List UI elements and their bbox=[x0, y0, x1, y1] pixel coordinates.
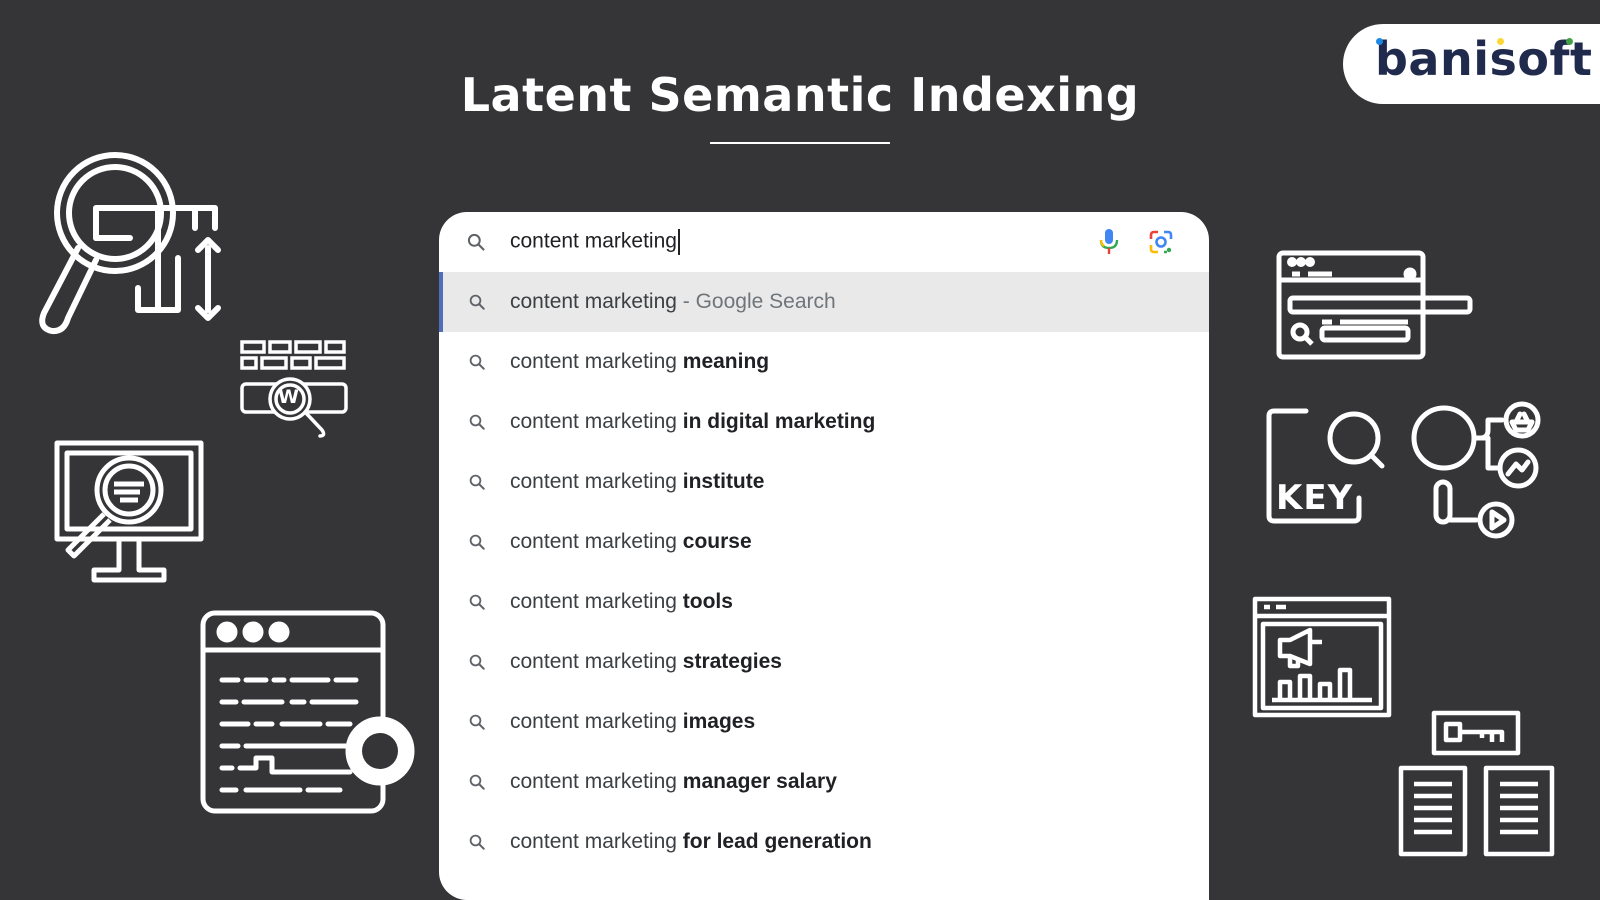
suggestion-text: content marketing institute bbox=[510, 470, 765, 493]
keyword-icon-label: KEY bbox=[1276, 478, 1354, 518]
search-icon bbox=[469, 714, 485, 730]
browser-code-search-icon bbox=[200, 610, 425, 825]
text-cursor bbox=[677, 229, 680, 255]
key-documents-icon bbox=[1398, 710, 1556, 865]
suggestion-item[interactable]: content marketing meaning bbox=[439, 332, 1209, 392]
suggestion-item[interactable]: content marketing institute bbox=[439, 452, 1209, 512]
search-panel: content marketing content marketing - Go… bbox=[439, 212, 1209, 900]
search-icon bbox=[469, 294, 485, 310]
search-icon bbox=[469, 414, 485, 430]
search-icon bbox=[469, 594, 485, 610]
web-keyword-search-icon: W bbox=[240, 340, 350, 455]
suggestion-text: content marketing in digital marketing bbox=[510, 410, 876, 433]
suggestion-google-search[interactable]: content marketing - Google Search bbox=[439, 272, 1209, 332]
microphone-icon[interactable] bbox=[1098, 227, 1120, 257]
logo-dot-yellow bbox=[1497, 38, 1504, 45]
suggestion-item[interactable]: content marketing course bbox=[439, 512, 1209, 572]
suggestion-text: content marketing for lead generation bbox=[510, 830, 872, 853]
suggestion-text: content marketing images bbox=[510, 710, 756, 733]
suggestion-item[interactable]: content marketing images bbox=[439, 692, 1209, 752]
search-icon bbox=[469, 354, 485, 370]
search-media-network-icon bbox=[1411, 401, 1552, 547]
suggestion-text: content marketing strategies bbox=[510, 650, 782, 673]
seo-magnifier-icon bbox=[30, 148, 221, 343]
search-icon bbox=[467, 233, 485, 251]
search-icon bbox=[469, 774, 485, 790]
search-icon bbox=[469, 534, 485, 550]
suggestion-text: content marketing manager salary bbox=[510, 770, 837, 793]
suggestion-text: content marketing meaning bbox=[510, 350, 770, 373]
suggestion-text: content marketing course bbox=[510, 530, 752, 553]
suggestion-item[interactable]: content marketing in digital marketing bbox=[439, 392, 1209, 452]
marketing-analytics-icon bbox=[1252, 596, 1392, 723]
search-icon bbox=[469, 474, 485, 490]
suggestion-text: content marketing tools bbox=[510, 590, 733, 613]
banisoft-logo: banisoft bbox=[1343, 24, 1600, 104]
suggestion-text: content marketing - Google Search bbox=[510, 290, 836, 313]
browser-search-bar-icon bbox=[1276, 250, 1476, 365]
search-query: content marketing bbox=[510, 229, 677, 253]
search-icon bbox=[469, 834, 485, 850]
search-box[interactable]: content marketing bbox=[439, 212, 1209, 272]
monitor-search-icon bbox=[54, 440, 204, 595]
suggestion-item[interactable]: content marketing manager salary bbox=[439, 752, 1209, 812]
web-icon-label: W bbox=[278, 386, 299, 408]
suggestion-item[interactable]: content marketing tools bbox=[439, 572, 1209, 632]
title-underline bbox=[710, 142, 890, 144]
keyword-search-icon: KEY bbox=[1266, 408, 1386, 538]
search-input[interactable]: content marketing bbox=[510, 229, 680, 255]
suggestion-item[interactable]: content marketing for lead generation bbox=[439, 812, 1209, 872]
google-lens-icon[interactable] bbox=[1148, 229, 1174, 255]
logo-dot-blue bbox=[1376, 38, 1383, 45]
suggestion-item[interactable]: content marketing strategies bbox=[439, 632, 1209, 692]
search-icon bbox=[469, 654, 485, 670]
logo-dot-green bbox=[1566, 38, 1573, 45]
logo-text: banisoft bbox=[1375, 32, 1593, 86]
